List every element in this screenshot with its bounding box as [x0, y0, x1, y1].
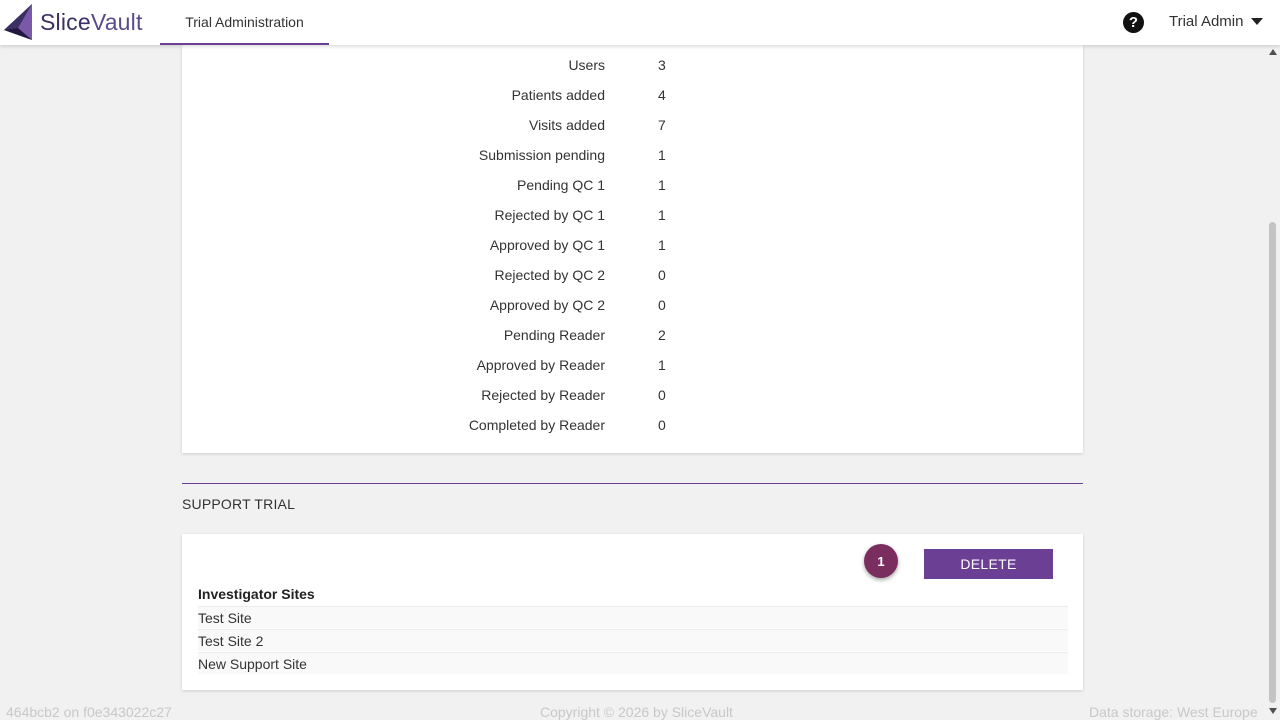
- trial-statistics-card: Users 3 Patients added 4 Visits added 7 Submis…: [182, 45, 1083, 453]
- site-list-item[interactable]: Test Site: [198, 606, 1068, 628]
- tab-label: Trial Administration: [185, 13, 304, 30]
- stat-value: 7: [658, 117, 666, 133]
- stat-label: Approved by Reader: [476, 357, 605, 373]
- vertical-scrollbar[interactable]: [1266, 45, 1280, 720]
- stat-label: Approved by QC 1: [489, 237, 605, 253]
- stat-label: Rejected by Reader: [481, 387, 605, 403]
- support-trial-card: 1 DELETE Investigator Sites Test Site Te…: [182, 534, 1083, 690]
- stat-row: Pending QC 1 1: [182, 168, 1083, 198]
- stat-row: Visits added 7: [182, 108, 1083, 138]
- brand-name[interactable]: SliceVault: [40, 9, 143, 36]
- site-list-item[interactable]: New Support Site: [198, 652, 1068, 674]
- stat-value: 1: [658, 207, 666, 223]
- stat-value: 1: [658, 237, 666, 253]
- stat-row: Approved by QC 2 0: [182, 288, 1083, 318]
- stat-value: 0: [658, 387, 666, 403]
- stat-label: Pending QC 1: [517, 177, 605, 193]
- build-info: 464bcb2 on f0e343022c27: [6, 704, 172, 720]
- site-list-item[interactable]: Test Site 2: [198, 629, 1068, 651]
- scrollbar-thumb[interactable]: [1269, 222, 1276, 703]
- stat-row: Submission pending 1: [182, 138, 1083, 168]
- stat-value: 3: [658, 57, 666, 73]
- stat-value: 1: [658, 147, 666, 163]
- top-navigation-bar: SliceVault Trial Administration ? Trial …: [0, 0, 1280, 45]
- stat-value: 1: [658, 357, 666, 373]
- investigator-sites-heading: Investigator Sites: [198, 586, 315, 602]
- stat-row: Approved by Reader 1: [182, 348, 1083, 378]
- stat-row: Patients added 4: [182, 78, 1083, 108]
- help-icon[interactable]: ?: [1123, 12, 1144, 33]
- scroll-up-arrow-icon[interactable]: [1269, 49, 1277, 55]
- stat-label: Patients added: [511, 87, 605, 103]
- stat-row: Completed by Reader 0: [182, 408, 1083, 438]
- delete-button[interactable]: DELETE: [924, 549, 1053, 579]
- data-storage-info: Data storage: West Europe: [1089, 704, 1258, 720]
- stat-value: 2: [658, 327, 666, 343]
- stat-value: 1: [658, 177, 666, 193]
- stat-row: Users 3: [182, 48, 1083, 78]
- brand-name-part2: Vault: [90, 9, 143, 35]
- stat-label: Pending Reader: [503, 327, 605, 343]
- brand-name-part1: Slice: [40, 9, 91, 35]
- stat-label: Completed by Reader: [468, 417, 605, 433]
- stat-label: Rejected by QC 1: [494, 207, 606, 223]
- stat-label: Approved by QC 2: [489, 297, 605, 313]
- section-title-support-trial: SUPPORT TRIAL: [182, 496, 296, 512]
- stat-row: Pending Reader 2: [182, 318, 1083, 348]
- user-menu-label: Trial Admin: [1169, 13, 1244, 30]
- slicevault-logo-icon[interactable]: [4, 4, 34, 40]
- stat-label: Rejected by QC 2: [494, 267, 606, 283]
- section-divider: [182, 483, 1083, 484]
- chevron-down-icon: [1251, 18, 1264, 25]
- stat-value: 0: [658, 297, 666, 313]
- stat-row: Rejected by QC 2 0: [182, 258, 1083, 288]
- scroll-down-arrow-icon[interactable]: [1269, 708, 1277, 714]
- tab-trial-administration[interactable]: Trial Administration: [160, 0, 329, 45]
- stat-value: 0: [658, 267, 666, 283]
- notification-badge: 1: [864, 544, 898, 578]
- copyright-text: Copyright © 2026 by SliceVault: [540, 704, 733, 720]
- stat-label: Users: [568, 57, 605, 73]
- stat-row: Rejected by QC 1 1: [182, 198, 1083, 228]
- stat-label: Submission pending: [478, 147, 605, 163]
- stat-row: Approved by QC 1 1: [182, 228, 1083, 258]
- stat-value: 4: [658, 87, 666, 103]
- stat-row: Rejected by Reader 0: [182, 378, 1083, 408]
- stat-value: 0: [658, 417, 666, 433]
- user-menu[interactable]: Trial Admin: [1169, 13, 1264, 30]
- stat-label: Visits added: [528, 117, 605, 133]
